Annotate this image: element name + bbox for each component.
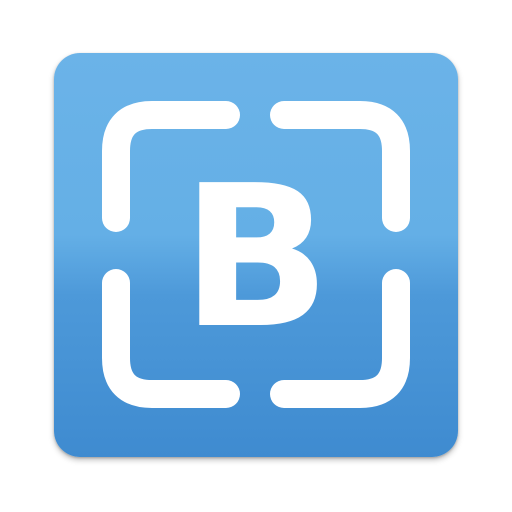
letter-b-glyph: B (54, 53, 458, 457)
app-icon-stage: B (0, 0, 512, 512)
app-icon[interactable]: B (54, 53, 458, 457)
icon-letter: B (181, 144, 331, 372)
